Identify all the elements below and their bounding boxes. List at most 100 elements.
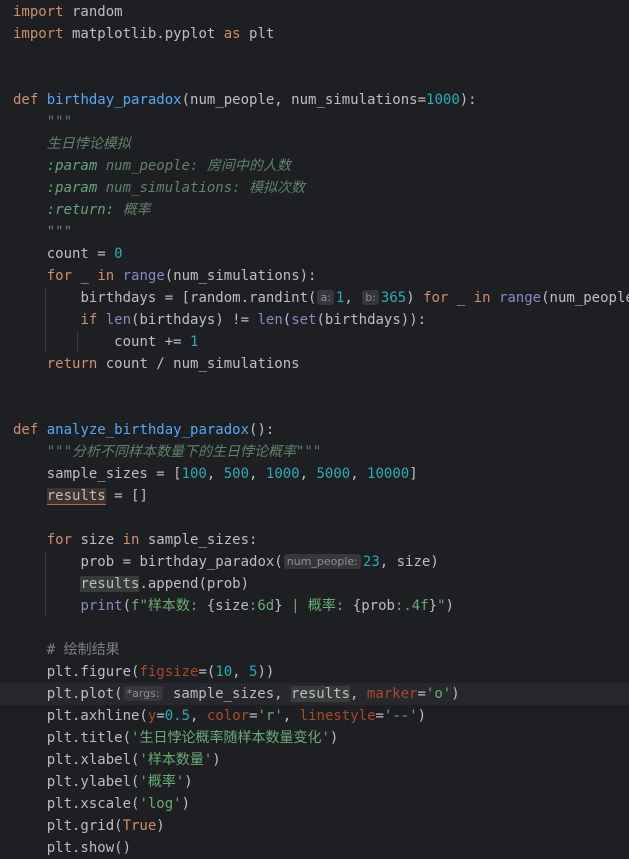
code-line[interactable]: plt.xscale('log'): [0, 793, 629, 815]
code-line[interactable]: 生日悖论模拟: [0, 133, 629, 155]
keyword: True: [122, 818, 157, 834]
code-line[interactable]: count += 1: [0, 331, 629, 353]
code-text: ():: [249, 422, 275, 438]
number-literal: 1000: [426, 92, 460, 108]
code-line[interactable]: return count / num_simulations: [0, 353, 629, 375]
code-text: plt.grid(: [46, 818, 123, 834]
code-line[interactable]: def birthday_paradox(num_people, num_sim…: [0, 89, 629, 111]
docstring: num_simulations:: [97, 180, 241, 196]
code-text: (birthdays) !=: [131, 312, 258, 328]
code-text: {prob: [352, 598, 395, 614]
number-literal: 100: [181, 466, 207, 482]
code-line[interactable]: plt.xlabel('样本数量'): [0, 749, 629, 771]
code-text: ): [329, 730, 339, 746]
builtin: len: [257, 312, 283, 328]
string-literal: '--': [383, 708, 418, 724]
number-literal: 0.5: [164, 708, 191, 724]
code-text: random: [63, 4, 123, 20]
string-literal: f"样本数:: [131, 598, 207, 614]
code-text: ,: [249, 466, 266, 482]
string-literal: 'o': [425, 686, 452, 702]
code-line[interactable]: def analyze_birthday_paradox():: [0, 419, 629, 441]
keyword: if: [80, 312, 98, 328]
code-text: ):: [459, 92, 477, 108]
docstring: 概率: [114, 202, 151, 218]
comment: # 绘制结果: [46, 642, 120, 658]
code-line[interactable]: plt.axhline(y=0.5, color='r', linestyle=…: [0, 705, 629, 727]
code-line[interactable]: # 绘制结果: [0, 639, 629, 661]
code-text: birthdays = [random.randint(: [80, 290, 317, 306]
keyword-argument: figsize: [139, 664, 199, 680]
code-line[interactable]: :param num_simulations: 模拟次数: [0, 177, 629, 199]
code-text: sample_sizes,: [164, 686, 292, 702]
number-literal: 1000: [265, 466, 300, 482]
keyword: return: [46, 356, 98, 372]
code-line[interactable]: """分析不同样本数量下的生日悖论概率""": [0, 441, 629, 463]
code-line[interactable]: prob = birthday_paradox(num_people: 23, s…: [0, 551, 629, 573]
code-text: ): [406, 290, 424, 306]
code-text: (num_people, num_simulations=: [181, 92, 427, 108]
code-text: size: [72, 532, 123, 548]
code-text: plt.plot(: [46, 686, 123, 702]
code-line[interactable]: import random: [0, 1, 629, 23]
code-text: ,: [344, 290, 362, 306]
code-line[interactable]: plt.grid(True): [0, 815, 629, 837]
function-name: birthday_paradox: [46, 92, 182, 108]
keyword: import: [13, 26, 64, 42]
code-line[interactable]: print(f"样本数: {size:6d} | 概率: {prob:.4f}"…: [0, 595, 629, 617]
keyword: for: [46, 532, 73, 548]
code-line[interactable]: for size in sample_sizes:: [0, 529, 629, 551]
code-line[interactable]: count = 0: [0, 243, 629, 265]
code-line[interactable]: plt.title('生日悖论概率随样本数量变化'): [0, 727, 629, 749]
code-text: sample_sizes:: [139, 532, 258, 548]
code-line[interactable]: :return: 概率: [0, 199, 629, 221]
code-text: ,: [282, 708, 300, 724]
docstring: 房间中的人数: [198, 158, 291, 174]
code-text: = []: [105, 488, 148, 504]
code-line[interactable]: if len(birthdays) != len(set(birthdays))…: [0, 309, 629, 331]
code-text: _: [448, 290, 474, 306]
code-line[interactable]: """: [0, 221, 629, 243]
code-line[interactable]: plt.figure(figsize=(10, 5)): [0, 661, 629, 683]
string-literal: | 概率:: [282, 598, 353, 614]
code-line[interactable]: :param num_people: 房间中的人数: [0, 155, 629, 177]
number-literal: 500: [223, 466, 250, 482]
parameter-hint: a:: [317, 290, 334, 305]
string-literal: 'log': [139, 796, 182, 812]
docstring: """: [46, 224, 73, 240]
keyword: in: [473, 290, 491, 306]
code-editor[interactable]: import random import matplotlib.pyplot a…: [0, 0, 629, 856]
keyword-argument: linestyle: [299, 708, 376, 724]
number-literal: 10000: [367, 466, 410, 482]
code-line[interactable]: results.append(prob): [0, 573, 629, 595]
builtin: len: [105, 312, 132, 328]
code-line[interactable]: sample_sizes = [100, 500, 1000, 5000, 10…: [0, 463, 629, 485]
docstring-tag: :param: [46, 180, 98, 196]
keyword: for: [423, 290, 449, 306]
builtin: range: [122, 268, 165, 284]
function-name: analyze_birthday_paradox: [46, 422, 250, 438]
parameter-hint: *args:: [123, 686, 163, 701]
code-text: ,: [350, 686, 367, 702]
code-line-current[interactable]: plt.plot(*args: sample_sizes, results, m…: [0, 683, 629, 705]
docstring: num_people:: [97, 158, 199, 174]
docstring-tag: :param: [46, 158, 98, 174]
code-text: .append(prob): [139, 576, 250, 592]
code-line[interactable]: import matplotlib.pyplot as plt: [0, 23, 629, 45]
code-text: (: [122, 598, 132, 614]
code-line[interactable]: birthdays = [random.randint(a: 1, b: 365) …: [0, 287, 629, 309]
code-text: , size): [379, 554, 439, 570]
code-text: =: [156, 708, 165, 724]
code-text: plt.show(): [46, 840, 132, 856]
builtin: set: [291, 312, 317, 328]
code-line[interactable]: plt.ylabel('概率'): [0, 771, 629, 793]
code-line[interactable]: """: [0, 111, 629, 133]
code-line[interactable]: for _ in range(num_simulations):: [0, 265, 629, 287]
code-line[interactable]: results = []: [0, 485, 629, 507]
string-literal: 'r': [257, 708, 283, 724]
keyword: for: [46, 268, 73, 284]
code-text: count / num_simulations: [97, 356, 300, 372]
keyword: as: [223, 26, 241, 42]
